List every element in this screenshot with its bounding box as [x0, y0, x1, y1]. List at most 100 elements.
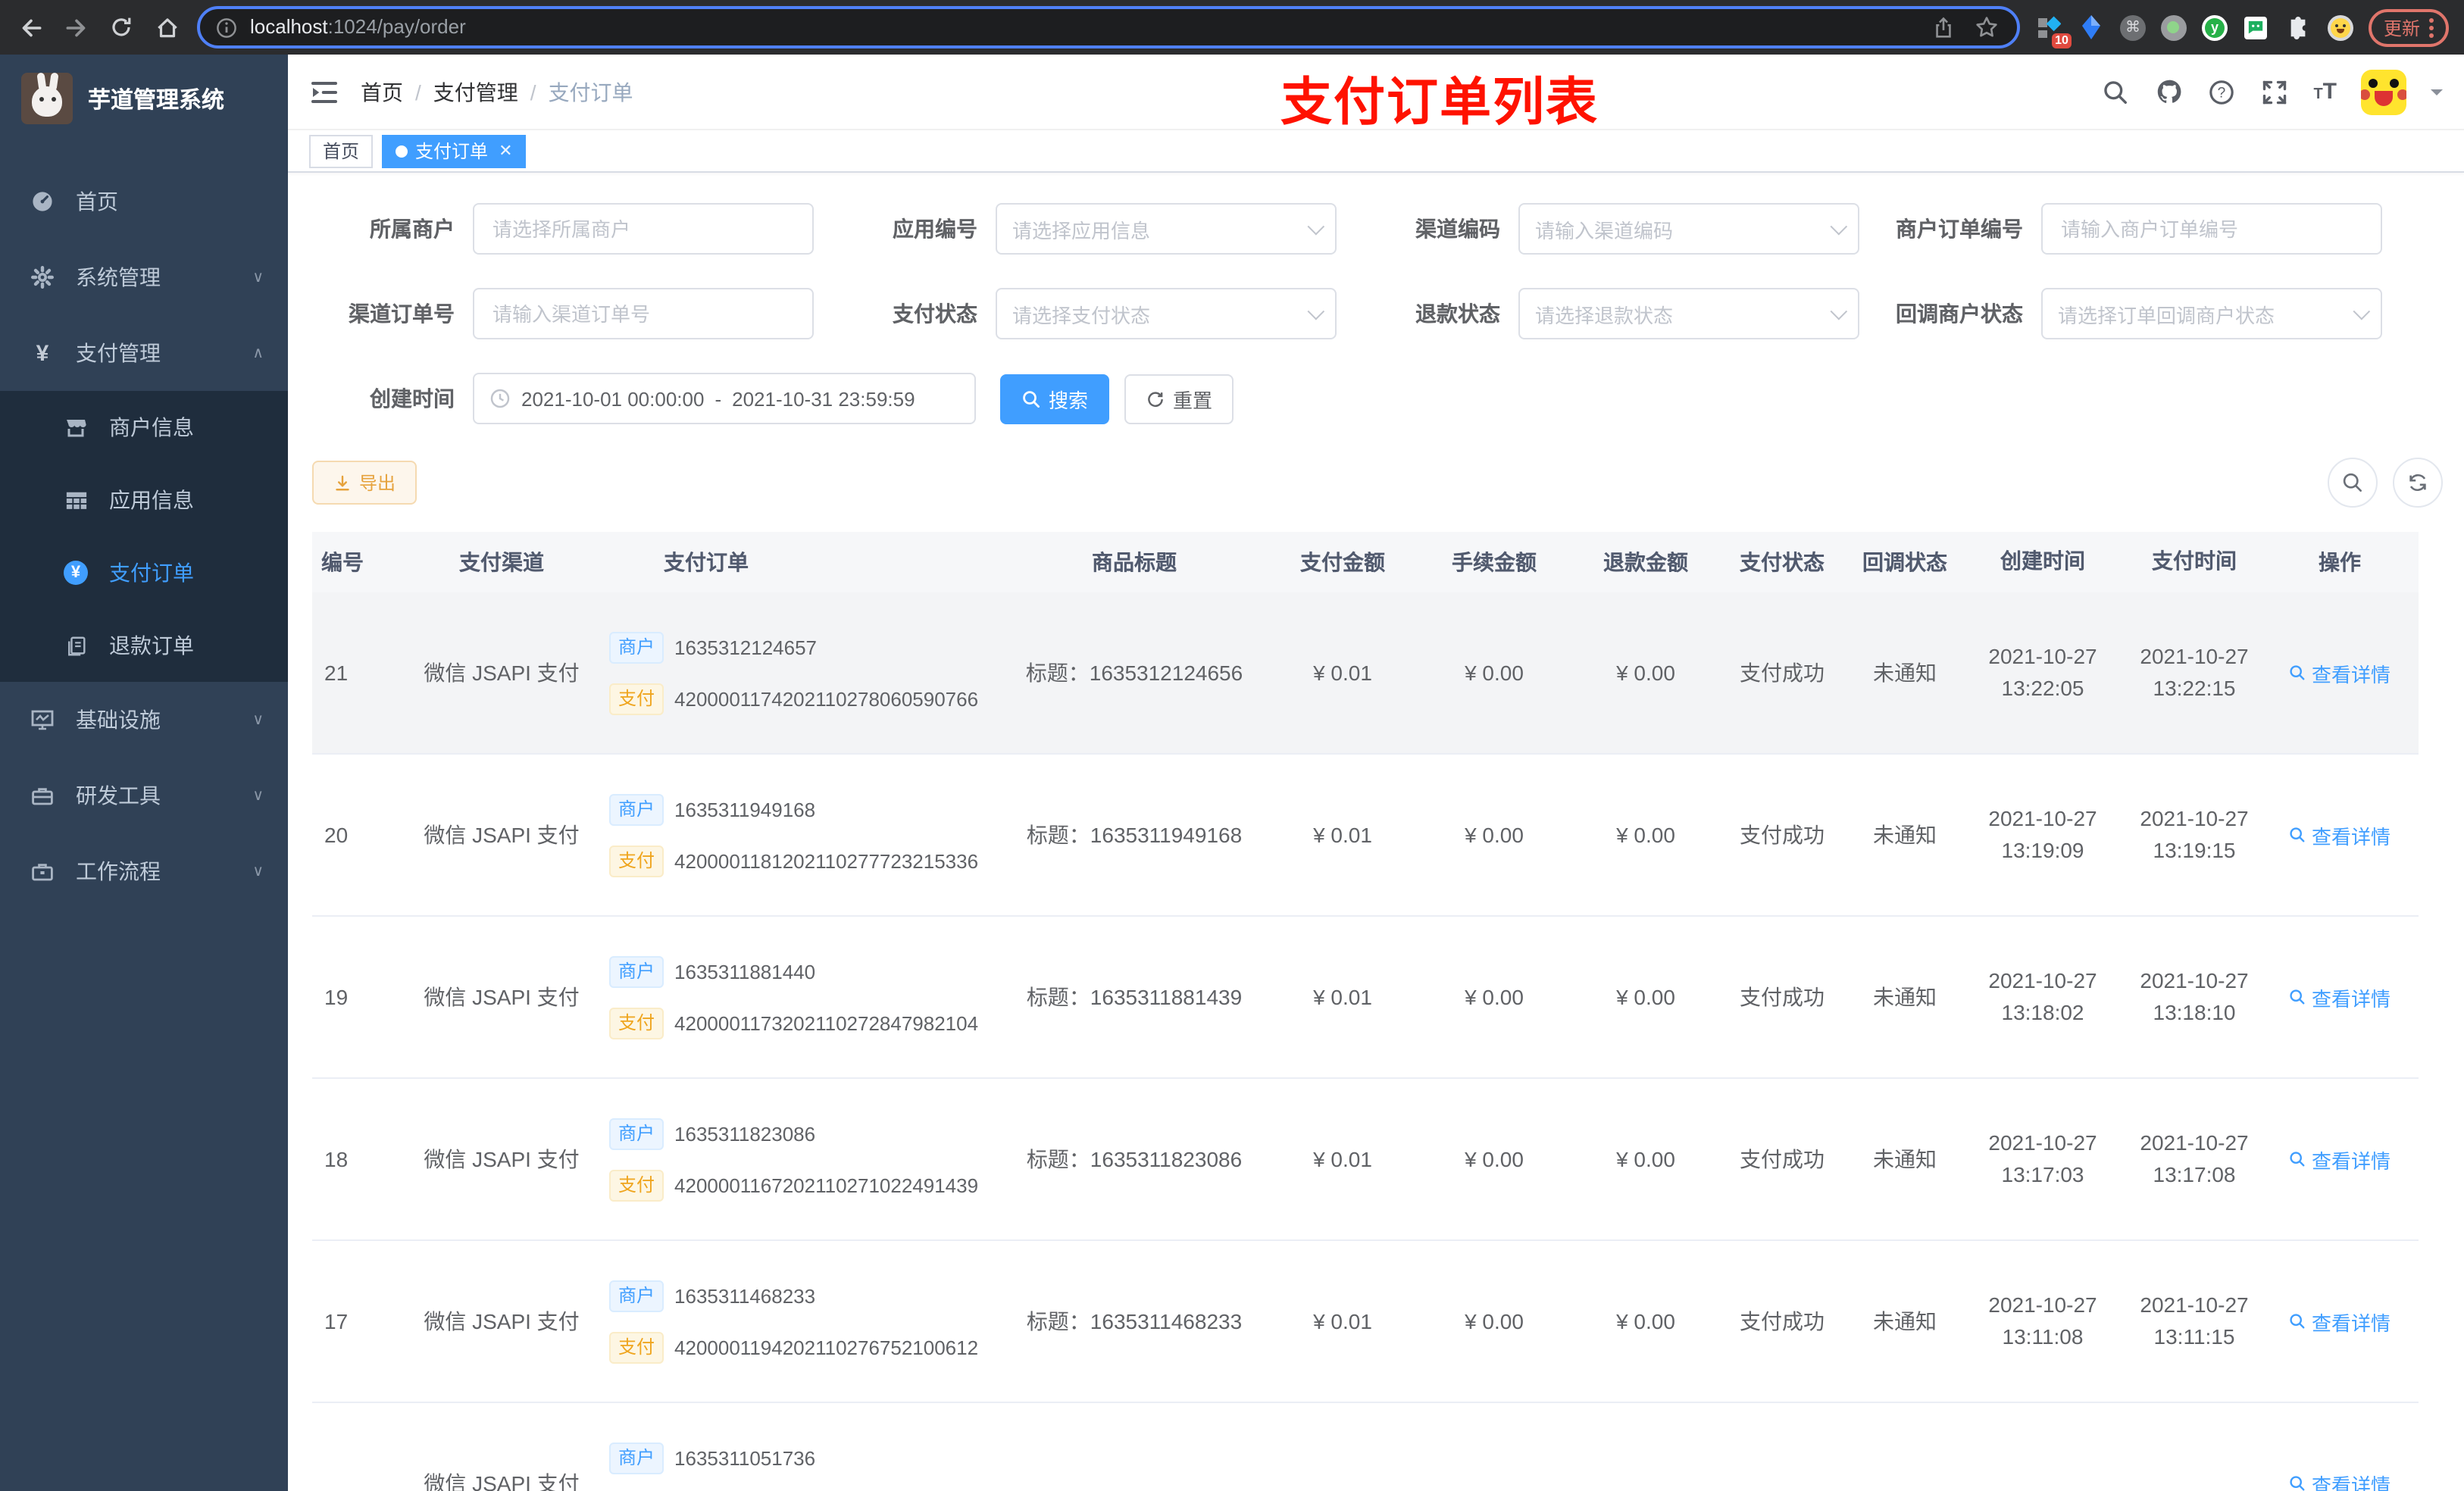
- close-icon[interactable]: ✕: [499, 141, 512, 161]
- fee-amount: ¥ 0.00: [1465, 823, 1524, 847]
- browser-update-button[interactable]: 更新: [2368, 8, 2449, 46]
- channel-order-no-input[interactable]: [473, 288, 814, 339]
- chevron-up-icon: ∧: [252, 345, 264, 361]
- pay-status: 支付成功: [1740, 1309, 1825, 1333]
- toggle-search-button[interactable]: [2328, 458, 2378, 508]
- bookmark-star-icon[interactable]: [1972, 12, 2002, 42]
- yen-circle-icon: ¥: [64, 561, 88, 585]
- sidebar-item-dev-tools[interactable]: 研发工具 ∨: [0, 758, 288, 833]
- sidebar-item-workflow[interactable]: 工作流程 ∨: [0, 833, 288, 909]
- share-icon[interactable]: [1929, 12, 1959, 42]
- top-navbar: 首页 / 支付管理 / 支付订单 支付订单列表 ? TT: [288, 55, 2464, 132]
- table-row[interactable]: 17 微信 JSAPI 支付 商户 1635311468233 支付 4200001…: [312, 1241, 2419, 1403]
- svg-text:?: ?: [2218, 84, 2226, 100]
- help-icon[interactable]: ?: [2207, 77, 2236, 106]
- view-detail-link[interactable]: 查看详情: [2289, 821, 2391, 849]
- filter-label-app: 应用编号: [893, 217, 977, 241]
- font-size-icon[interactable]: TT: [2313, 79, 2337, 105]
- export-button[interactable]: 导出: [312, 461, 417, 505]
- grid-icon: [64, 488, 88, 512]
- sidebar-item-pay[interactable]: ¥ 支付管理 ∧: [0, 315, 288, 391]
- sidebar-item-home[interactable]: 首页: [0, 164, 288, 239]
- tag-home[interactable]: 首页: [309, 134, 374, 167]
- browser-menu-icon[interactable]: [2429, 17, 2434, 37]
- store-icon: [64, 415, 88, 439]
- search-button[interactable]: 搜索: [1000, 374, 1110, 424]
- product-title: 标题：1635311949168: [1026, 823, 1243, 847]
- fullscreen-icon[interactable]: [2260, 77, 2289, 106]
- tags-view: 首页 支付订单 ✕: [288, 130, 2464, 173]
- active-dot: [396, 145, 408, 157]
- view-detail-link[interactable]: 查看详情: [2289, 1145, 2391, 1174]
- briefcase-icon: [30, 859, 55, 883]
- extension-chat-icon[interactable]: [2243, 14, 2270, 41]
- merchant-input[interactable]: [473, 203, 814, 255]
- app-select[interactable]: 请选择应用信息: [996, 203, 1337, 255]
- home-icon[interactable]: [152, 12, 182, 42]
- back-icon[interactable]: [15, 12, 45, 42]
- view-detail-link[interactable]: 查看详情: [2289, 983, 2391, 1011]
- sidebar-item-app-info[interactable]: 应用信息: [0, 464, 288, 536]
- avatar[interactable]: [2361, 69, 2406, 114]
- dashboard-icon: [30, 189, 55, 214]
- table-row[interactable]: 19 微信 JSAPI 支付 商户 1635311881440 支付 4200001…: [312, 917, 2419, 1079]
- sidebar-item-refund-order[interactable]: 退款订单: [0, 609, 288, 682]
- order-id: 19: [324, 985, 349, 1009]
- channel-code-select[interactable]: 请输入渠道编码: [1518, 203, 1859, 255]
- sidebar-fold-icon[interactable]: [309, 77, 339, 107]
- extension-emoji-icon[interactable]: [2327, 14, 2353, 40]
- chevron-down-icon: [1830, 217, 1848, 236]
- pay-order-no: 4200001173202110272847982104: [674, 1011, 979, 1034]
- create-time-range-picker[interactable]: 2021-10-01 00:00:00 - 2021-10-31 23:59:5…: [473, 373, 976, 424]
- screen: localhost:1024/pay/order 10 ⌘ y 更新 芋道管理系…: [0, 0, 2464, 1491]
- fee-amount: ¥ 0.00: [1465, 985, 1524, 1009]
- refresh-button[interactable]: [2393, 458, 2443, 508]
- extension-dot-icon[interactable]: [2160, 14, 2187, 40]
- merchant-order-no-input[interactable]: [2041, 203, 2382, 255]
- search-icon[interactable]: [2101, 77, 2130, 106]
- pay-status-select[interactable]: 请选择支付状态: [996, 288, 1337, 339]
- order-id: 18: [324, 1147, 349, 1171]
- document-icon: [64, 633, 88, 658]
- chevron-down-icon[interactable]: [2431, 89, 2443, 101]
- reload-icon[interactable]: [106, 12, 136, 42]
- pay-order-no: 4200001167202110271022491439: [674, 1174, 979, 1196]
- view-detail-link[interactable]: 查看详情: [2289, 1469, 2391, 1491]
- table-row[interactable]: 20 微信 JSAPI 支付 商户 1635311949168 支付 4200001…: [312, 755, 2419, 917]
- pay-channel: 微信 JSAPI 支付: [424, 823, 580, 847]
- app-logo[interactable]: 芋道管理系统: [0, 55, 288, 142]
- tag-pay-order[interactable]: 支付订单 ✕: [382, 134, 527, 167]
- sidebar-item-pay-order[interactable]: ¥ 支付订单: [0, 536, 288, 609]
- reset-button[interactable]: 重置: [1124, 374, 1234, 424]
- extension-tag-manager-icon[interactable]: 10: [2035, 14, 2072, 48]
- table-row[interactable]: 微信 JSAPI 支付 商户1635311051736 支付 查看详情: [312, 1403, 2419, 1491]
- app-title: 芋道管理系统: [88, 87, 225, 113]
- merchant-order-no: 1635312124657: [674, 636, 818, 658]
- chevron-down-icon: ∨: [252, 711, 264, 728]
- view-detail-link[interactable]: 查看详情: [2289, 658, 2391, 687]
- github-icon[interactable]: [2154, 77, 2183, 106]
- address-bar[interactable]: localhost:1024/pay/order: [197, 6, 2020, 48]
- sidebar-item-infra[interactable]: 基础设施 ∨: [0, 682, 288, 758]
- callback-status-select[interactable]: 请选择订单回调商户状态: [2041, 288, 2382, 339]
- extension-y-icon[interactable]: y: [2201, 14, 2228, 40]
- extension-command-icon[interactable]: ⌘: [2119, 14, 2146, 40]
- site-info-icon[interactable]: [215, 12, 238, 42]
- annotation-overlay: 支付订单列表: [1280, 74, 1599, 132]
- extension-kite-icon[interactable]: [2078, 14, 2105, 41]
- filter-label-channel-code: 渠道编码: [1415, 217, 1500, 241]
- breadcrumb-pay[interactable]: 支付管理: [433, 77, 518, 107]
- sidebar-item-merchant-info[interactable]: 商户信息: [0, 391, 288, 464]
- yen-icon: ¥: [36, 340, 49, 366]
- extension-puzzle-icon[interactable]: [2285, 14, 2312, 41]
- gear-icon: [30, 265, 55, 289]
- sidebar-item-system[interactable]: 系统管理 ∨: [0, 239, 288, 315]
- table-row[interactable]: 18 微信 JSAPI 支付 商户 1635311823086 支付 4200001…: [312, 1079, 2419, 1241]
- breadcrumb-home[interactable]: 首页: [361, 77, 403, 107]
- view-detail-link[interactable]: 查看详情: [2289, 1307, 2391, 1336]
- breadcrumb-current: 支付订单: [548, 80, 633, 104]
- forward-icon[interactable]: [61, 12, 91, 42]
- filter-label-channel-order-no: 渠道订单号: [349, 302, 455, 326]
- refund-status-select[interactable]: 请选择退款状态: [1518, 288, 1859, 339]
- table-row[interactable]: 21 微信 JSAPI 支付 商户 1635312124657 支付 4200001…: [312, 592, 2419, 755]
